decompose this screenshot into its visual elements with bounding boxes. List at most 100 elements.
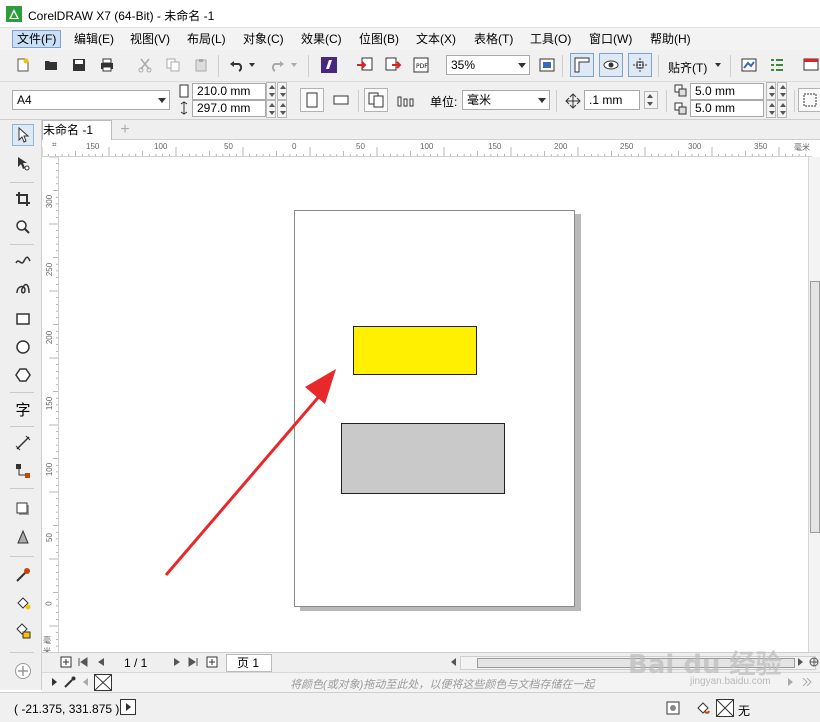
ruler-origin-icon[interactable]: ⌗ <box>52 140 57 150</box>
show-rulers-icon[interactable] <box>570 53 594 77</box>
scroll-left-icon[interactable] <box>448 653 460 671</box>
menu-layout[interactable]: 布局(L) <box>183 30 230 48</box>
menu-view[interactable]: 视图(V) <box>126 30 174 48</box>
no-color-swatch-icon[interactable] <box>94 674 112 691</box>
scroll-right-icon[interactable] <box>794 653 806 671</box>
palette-menu-icon[interactable] <box>48 673 60 691</box>
menu-effects[interactable]: 效果(C) <box>297 30 346 48</box>
previous-page-icon[interactable] <box>94 653 108 671</box>
menu-text[interactable]: 文本(X) <box>412 30 460 48</box>
vertical-ruler[interactable]: 300 250 200 150 100 50 0 毫米 <box>42 157 59 652</box>
nudge-distance-field[interactable]: .1 mm <box>584 90 640 110</box>
publish-pdf-icon[interactable]: PDF <box>410 54 432 76</box>
first-page-icon[interactable] <box>76 653 90 671</box>
menu-edit[interactable]: 编辑(E) <box>70 30 118 48</box>
redo-dropdown-icon[interactable] <box>288 54 300 76</box>
polygon-tool-icon[interactable] <box>12 364 34 386</box>
undo-icon[interactable] <box>226 54 248 76</box>
duplicate-y-spinner[interactable] <box>766 100 776 118</box>
fill-none-swatch-icon[interactable] <box>716 699 734 717</box>
new-document-icon[interactable] <box>12 54 34 76</box>
status-expand-icon[interactable] <box>120 699 136 715</box>
import-icon[interactable] <box>354 54 376 76</box>
document-tab[interactable]: 未命名 -1 <box>42 120 112 140</box>
add-document-tab-button[interactable]: + <box>116 121 134 139</box>
palette-expand-icon[interactable] <box>800 673 814 691</box>
copy-icon[interactable] <box>162 54 184 76</box>
palette-scroll-right-icon[interactable] <box>784 673 796 691</box>
pick-tool-icon[interactable] <box>12 124 34 146</box>
open-icon[interactable] <box>40 54 62 76</box>
show-guidelines-icon[interactable] <box>628 53 652 77</box>
interactive-fill-tool-icon[interactable] <box>12 592 34 614</box>
all-pages-icon[interactable] <box>364 88 388 112</box>
paper-size-select[interactable]: A4 <box>12 90 170 110</box>
smart-drawing-tool-icon[interactable] <box>12 278 34 300</box>
customize-toolbox-icon[interactable] <box>12 660 34 682</box>
menu-file[interactable]: 文件(F) <box>12 30 62 48</box>
show-grid-icon[interactable] <box>599 53 623 77</box>
drop-shadow-tool-icon[interactable] <box>12 498 34 520</box>
page-width-field[interactable]: 210.0 mm <box>192 83 266 100</box>
portrait-icon[interactable] <box>300 88 324 112</box>
palette-eyedropper-icon[interactable] <box>62 673 78 691</box>
duplicate-x-field[interactable]: 5.0 mm <box>690 83 764 100</box>
navigator-icon[interactable] <box>808 653 820 671</box>
last-page-icon[interactable] <box>186 653 200 671</box>
units-select[interactable]: 毫米 <box>462 90 550 110</box>
eyedropper-tool-icon[interactable] <box>12 564 34 586</box>
options-icon[interactable] <box>738 54 760 76</box>
dimension-tool-icon[interactable] <box>12 432 34 454</box>
undo-dropdown-icon[interactable] <box>246 54 258 76</box>
horizontal-ruler[interactable]: ⌗ 150 100 50 0 50 100 150 200 250 300 35… <box>42 140 812 157</box>
add-page-before-icon[interactable] <box>58 653 74 671</box>
menu-bitmap[interactable]: 位图(B) <box>355 30 403 48</box>
palette-scroll-left-icon[interactable] <box>80 673 92 691</box>
ellipse-tool-icon[interactable] <box>12 336 34 358</box>
text-tool-icon[interactable]: 字 <box>12 398 34 420</box>
duplicate-y-field[interactable]: 5.0 mm <box>690 100 764 117</box>
treat-as-filled-icon[interactable] <box>798 88 820 112</box>
shape-tool-icon[interactable] <box>12 152 34 174</box>
menu-help[interactable]: 帮助(H) <box>646 30 695 48</box>
zoom-level-select[interactable]: 35% <box>446 55 530 75</box>
page-height-spinner[interactable] <box>266 100 276 118</box>
duplicate-x-spinner-alt[interactable] <box>777 82 787 100</box>
snap-to-button[interactable]: 贴齐(T) <box>668 59 707 76</box>
search-content-icon[interactable] <box>318 54 340 76</box>
page-width-spinner[interactable] <box>266 82 276 100</box>
page-width-spinner-alt[interactable] <box>277 82 287 100</box>
landscape-icon[interactable] <box>330 89 352 111</box>
next-page-icon[interactable] <box>170 653 184 671</box>
vertical-scroll-thumb[interactable] <box>810 281 820 533</box>
page-height-field[interactable]: 297.0 mm <box>192 100 266 117</box>
smart-fill-tool-icon[interactable] <box>12 620 34 642</box>
welcome-screen-icon[interactable] <box>800 54 820 76</box>
save-icon[interactable] <box>68 54 90 76</box>
rectangle-tool-icon[interactable] <box>12 308 34 330</box>
drawing-canvas[interactable] <box>59 157 808 652</box>
transparency-tool-icon[interactable] <box>12 526 34 548</box>
page-height-spinner-alt[interactable] <box>277 100 287 118</box>
application-launcher-icon[interactable] <box>766 54 788 76</box>
crop-tool-icon[interactable] <box>12 188 34 210</box>
print-icon[interactable] <box>96 54 118 76</box>
duplicate-x-spinner[interactable] <box>766 82 776 100</box>
page-tab[interactable]: 页 1 <box>226 654 272 672</box>
menu-tools[interactable]: 工具(O) <box>526 30 575 48</box>
cut-icon[interactable] <box>134 54 156 76</box>
vertical-scrollbar[interactable] <box>808 157 820 652</box>
snap-dropdown-icon[interactable] <box>712 54 724 76</box>
export-icon[interactable] <box>382 54 404 76</box>
menu-table[interactable]: 表格(T) <box>470 30 517 48</box>
nudge-distance-spinner[interactable] <box>644 91 658 109</box>
add-page-after-icon[interactable] <box>204 653 220 671</box>
current-page-icon[interactable] <box>394 89 416 111</box>
paste-icon[interactable] <box>190 54 212 76</box>
menu-window[interactable]: 窗口(W) <box>585 30 636 48</box>
freehand-tool-icon[interactable] <box>12 250 34 272</box>
connector-tool-icon[interactable] <box>12 460 34 482</box>
menu-object[interactable]: 对象(C) <box>239 30 288 48</box>
duplicate-y-spinner-alt[interactable] <box>777 100 787 118</box>
redo-icon[interactable] <box>266 54 288 76</box>
